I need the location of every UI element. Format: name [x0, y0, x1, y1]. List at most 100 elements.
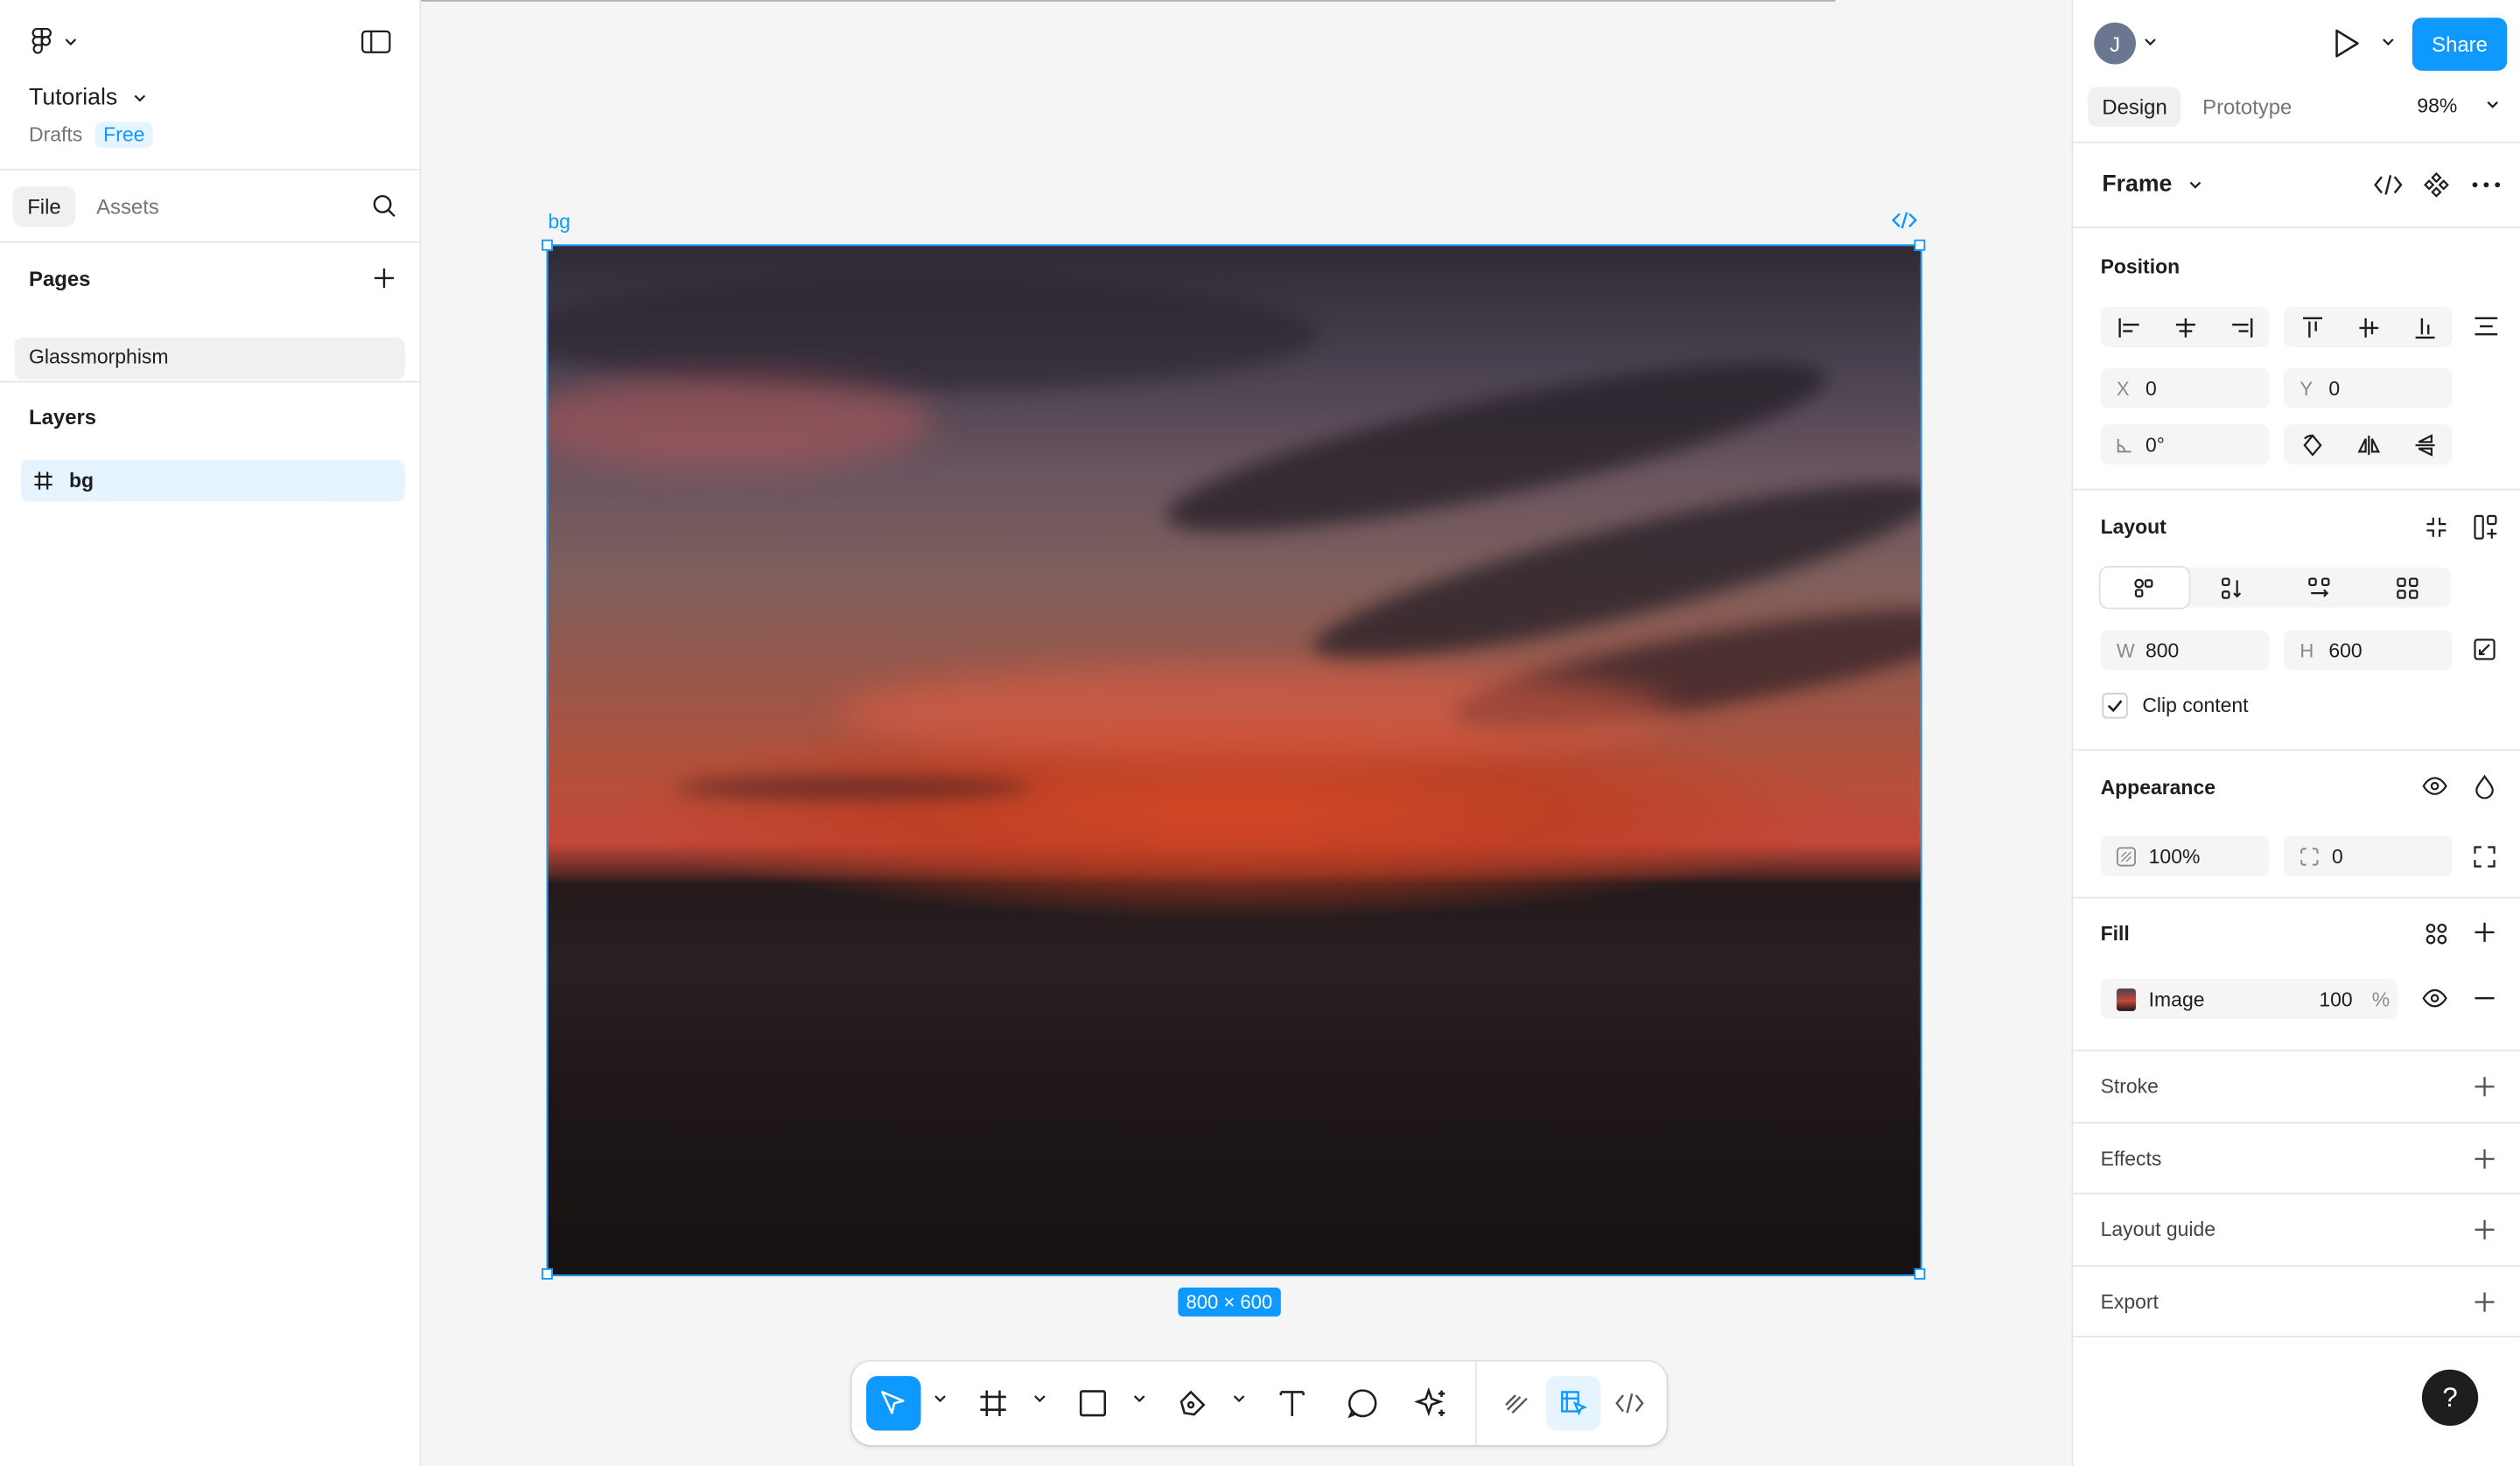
draw-icon [1502, 1389, 1531, 1418]
styles-icon[interactable] [2426, 923, 2448, 946]
pen-tool-button[interactable] [1166, 1376, 1220, 1430]
tab-file[interactable]: File [12, 185, 76, 227]
opacity-field[interactable]: 100% [2100, 835, 2270, 876]
grid-layout-icon[interactable] [2363, 568, 2451, 608]
clip-content-checkbox[interactable] [2102, 693, 2128, 719]
x-position-field[interactable]: X 0 [2100, 367, 2270, 408]
component-icon[interactable] [2424, 171, 2449, 198]
comment-tool-button[interactable] [1335, 1376, 1390, 1430]
file-location-link[interactable]: Drafts [29, 124, 82, 147]
chevron-down-icon[interactable] [2382, 37, 2395, 46]
tab-assets[interactable]: Assets [82, 185, 174, 226]
pen-icon [1176, 1387, 1208, 1420]
more-icon[interactable] [2472, 182, 2501, 188]
freeform-layout-icon[interactable] [2100, 567, 2188, 608]
align-center-h-icon[interactable] [2157, 307, 2213, 347]
corner-radius-field[interactable]: 0 [2283, 835, 2453, 876]
align-right-icon[interactable] [2213, 307, 2269, 347]
share-button[interactable]: Share [2412, 17, 2508, 71]
stroke-section[interactable]: Stroke [2073, 1051, 2520, 1124]
chevron-down-icon[interactable] [2144, 37, 2157, 46]
add-export-icon[interactable] [2474, 1291, 2496, 1314]
comment-icon [1347, 1387, 1379, 1420]
fill-opacity-value[interactable]: 100 [2319, 988, 2352, 1010]
align-top-icon[interactable] [2284, 307, 2340, 347]
plan-badge[interactable]: Free [94, 122, 153, 149]
height-field[interactable]: H 600 [2283, 630, 2453, 671]
resize-to-fit-icon[interactable] [2474, 639, 2496, 661]
chevron-down-icon[interactable] [1233, 1393, 1246, 1403]
play-icon[interactable] [2332, 27, 2361, 59]
add-fill-icon[interactable] [2474, 921, 2496, 944]
draw-mode-button[interactable] [1490, 1376, 1544, 1430]
resize-handle[interactable] [1914, 1267, 1926, 1280]
frame-bg-image[interactable] [546, 244, 1922, 1277]
sidebar-toggle-icon[interactable] [360, 27, 392, 56]
rotate-icon[interactable] [2284, 424, 2340, 464]
text-icon [1278, 1389, 1306, 1418]
cursor-icon [878, 1387, 910, 1420]
tab-design[interactable]: Design [2087, 87, 2182, 128]
independent-corners-icon[interactable] [2474, 846, 2496, 869]
horizontal-align-group [2100, 307, 2270, 347]
align-middle-v-icon[interactable] [2340, 307, 2396, 347]
chevron-down-icon [64, 37, 77, 46]
fill-row[interactable]: Image 100 % [2100, 979, 2398, 1020]
align-left-icon[interactable] [2101, 307, 2157, 347]
width-field[interactable]: W 800 [2100, 630, 2270, 671]
vertical-layout-icon[interactable] [2188, 568, 2276, 608]
remove-fill-icon[interactable] [2474, 996, 2496, 1000]
add-stroke-icon[interactable] [2474, 1075, 2496, 1098]
flip-vertical-icon[interactable] [2397, 424, 2453, 464]
add-page-icon[interactable] [371, 265, 396, 290]
align-bottom-icon[interactable] [2397, 307, 2453, 347]
chevron-down-icon[interactable] [934, 1393, 947, 1403]
collapse-icon[interactable] [2426, 516, 2448, 539]
actions-tool-button[interactable] [1404, 1376, 1459, 1430]
resize-handle[interactable] [1914, 239, 1926, 251]
fill-type: Image [2148, 988, 2205, 1010]
chevron-down-icon[interactable] [1033, 1393, 1046, 1403]
move-tool-button[interactable] [865, 1376, 921, 1431]
tab-prototype[interactable]: Prototype [2188, 87, 2306, 127]
selection-type-dropdown[interactable]: Frame [2102, 172, 2201, 198]
file-title-button[interactable]: Tutorials [29, 85, 146, 111]
main-menu-button[interactable] [25, 25, 77, 58]
frame-name-label[interactable]: bg [548, 211, 570, 234]
code-icon[interactable] [1891, 211, 1918, 230]
resize-handle[interactable] [541, 239, 553, 251]
dev-mode-button[interactable] [1602, 1376, 1656, 1430]
design-mode-button[interactable] [1545, 1376, 1601, 1431]
eye-icon[interactable] [2422, 988, 2447, 1008]
eye-icon[interactable] [2422, 777, 2447, 796]
frame-tool-button[interactable] [966, 1376, 1020, 1430]
text-tool-button[interactable] [1264, 1376, 1319, 1430]
export-section[interactable]: Export [2073, 1267, 2520, 1337]
horizontal-layout-icon[interactable] [2276, 568, 2363, 608]
shape-tool-button[interactable] [1066, 1376, 1120, 1430]
page-item[interactable]: Glassmorphism [14, 337, 405, 380]
rotation-field[interactable]: 0° [2100, 424, 2270, 465]
chevron-down-icon[interactable] [1133, 1393, 1146, 1403]
blend-mode-icon[interactable] [2475, 774, 2495, 799]
layer-item[interactable]: bg [20, 459, 405, 502]
search-icon[interactable] [371, 193, 396, 219]
auto-layout-icon[interactable] [2474, 514, 2499, 540]
chevron-down-icon[interactable] [2486, 100, 2499, 109]
flip-horizontal-icon[interactable] [2340, 424, 2396, 464]
resize-handle[interactable] [541, 1267, 553, 1280]
y-position-field[interactable]: Y 0 [2283, 367, 2453, 408]
frame-icon [34, 471, 53, 490]
add-effect-icon[interactable] [2474, 1148, 2496, 1170]
help-button[interactable]: ? [2421, 1369, 2479, 1427]
avatar[interactable]: J [2094, 22, 2136, 65]
zoom-level[interactable]: 98% [2417, 94, 2457, 117]
layout-guide-section[interactable]: Layout guide [2073, 1194, 2520, 1267]
code-icon[interactable] [2374, 173, 2403, 196]
x-label: X [2116, 376, 2130, 400]
pages-heading: Pages [29, 267, 91, 291]
distribute-icon[interactable] [2474, 317, 2499, 336]
add-layout-guide-icon[interactable] [2474, 1218, 2496, 1241]
effects-section[interactable]: Effects [2073, 1124, 2520, 1195]
canvas[interactable]: bg 800 × 600 [421, 0, 2072, 1466]
